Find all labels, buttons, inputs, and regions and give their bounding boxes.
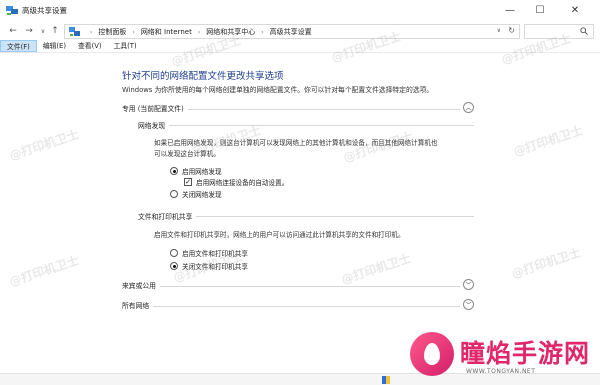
file-sharing-header: 文件和打印机共享 <box>138 211 474 221</box>
network-discovery-heading: 网络发现 <box>138 120 170 130</box>
back-arrow-icon[interactable]: ← <box>6 24 20 38</box>
breadcrumb: › 控制面板 › 网络和 Internet › 网络和共享中心 › 高级共享设置 <box>85 27 313 37</box>
chevron-down-icon[interactable]: ﹀ <box>463 279 474 290</box>
chevron-right-icon: › <box>261 28 264 36</box>
search-input[interactable] <box>524 24 594 39</box>
brand-name: 瞳焰手游网 <box>460 339 591 368</box>
radio-disable-file-sharing[interactable]: 关闭文件和打印机共享 <box>170 261 248 271</box>
private-profile-section[interactable]: 专用 (当前配置文件) ︿ <box>122 102 474 115</box>
window-title: 高级共享设置 <box>22 6 67 15</box>
menu-edit[interactable]: 编辑(E) <box>37 40 72 52</box>
divider <box>122 306 460 307</box>
up-arrow-icon[interactable]: ↑ <box>48 24 62 38</box>
menu-view[interactable]: 查看(V) <box>72 40 108 52</box>
main-content: 针对不同的网络配置文件更改共享选项 Windows 为你所使用的每个网络创建单独… <box>0 53 600 373</box>
checkbox[interactable]: ✓ <box>184 178 192 186</box>
divider <box>138 125 474 126</box>
radio-selected[interactable] <box>170 262 178 270</box>
divider <box>122 286 460 287</box>
file-sharing-description: 启用文件和打印机共享时，网络上的用户可以访问通过此计算机共享的文件和打印机。 <box>154 231 405 239</box>
control-panel-icon <box>69 27 80 36</box>
address-bar[interactable]: › 控制面板 › 网络和 Internet › 网络和共享中心 › 高级共享设置… <box>64 24 520 39</box>
description-line: 如果已启用网络发现，则这台计算机可以发现网络上的其他计算机和设备，而且其他网络计… <box>154 139 438 147</box>
private-profile-label: 专用 (当前配置文件) <box>122 103 188 113</box>
page-description: Windows 为你所使用的每个网络创建单独的网络配置文件。你可以针对每个配置文… <box>122 86 434 94</box>
radio-unselected[interactable] <box>170 190 178 198</box>
radio-enable-file-sharing[interactable]: 启用文件和打印机共享 <box>170 248 248 258</box>
radio-selected[interactable] <box>170 167 178 175</box>
network-discovery-description: 如果已启用网络发现，则这台计算机可以发现网络上的其他计算机和设备，而且其他网络计… <box>154 138 474 160</box>
address-row: ← → ∨ ↑ › 控制面板 › 网络和 Internet › 网络和共享中心 … <box>0 22 600 40</box>
chevron-up-icon[interactable]: ︿ <box>463 102 474 113</box>
network-settings-icon <box>6 6 18 15</box>
title-bar: 高级共享设置 — ☐ ✕ <box>0 0 600 22</box>
forward-arrow-icon[interactable]: → <box>22 24 36 38</box>
all-networks-section[interactable]: 所有网络 ﹀ <box>122 299 474 312</box>
file-sharing-heading: 文件和打印机共享 <box>138 211 197 221</box>
brand-logo: 瞳焰手游网 WWW.TONGYAN.NET <box>404 330 600 385</box>
menu-file[interactable]: 文件(F) <box>0 40 37 52</box>
breadcrumb-control-panel[interactable]: 控制面板 <box>97 27 127 37</box>
breadcrumb-advanced-sharing[interactable]: 高级共享设置 <box>269 27 313 37</box>
network-discovery-header: 网络发现 <box>138 120 474 130</box>
refresh-icon[interactable]: ↻ <box>508 26 515 35</box>
radio-label: 关闭文件和打印机共享 <box>182 263 248 271</box>
checkbox-label: 启用网络连接设备的自动设置。 <box>196 179 289 187</box>
all-networks-label: 所有网络 <box>122 300 154 310</box>
page-title: 针对不同的网络配置文件更改共享选项 <box>122 71 284 82</box>
brand-url: WWW.TONGYAN.NET <box>466 368 536 375</box>
search-icon <box>580 27 588 35</box>
radio-disable-discovery[interactable]: 关闭网络发现 <box>170 189 222 199</box>
radio-label: 启用文件和打印机共享 <box>182 250 248 258</box>
chevron-down-icon[interactable]: ﹀ <box>463 299 474 310</box>
address-dropdown-icon[interactable]: ∨ <box>497 27 501 34</box>
guest-public-section[interactable]: 来宾或公用 ﹀ <box>122 279 474 292</box>
radio-unselected[interactable] <box>170 249 178 257</box>
radio-enable-discovery[interactable]: 启用网络发现 <box>170 166 222 176</box>
chevron-right-icon: › <box>132 28 135 36</box>
maximize-button[interactable]: ☐ <box>520 0 560 20</box>
flame-icon <box>410 332 454 376</box>
radio-label: 关闭网络发现 <box>182 191 222 199</box>
radio-label: 启用网络发现 <box>182 168 222 176</box>
guest-public-label: 来宾或公用 <box>122 280 160 290</box>
breadcrumb-network-internet[interactable]: 网络和 Internet <box>140 27 193 37</box>
menu-bar: 文件(F) 编辑(E) 查看(V) 工具(T) <box>0 40 600 53</box>
chevron-right-icon: › <box>197 28 201 36</box>
shield-icon <box>382 376 390 384</box>
breadcrumb-network-sharing-center[interactable]: 网络和共享中心 <box>205 27 256 37</box>
checkbox-auto-setup[interactable]: ✓ 启用网络连接设备的自动设置。 <box>184 177 288 187</box>
description-line: 可以发现这台计算机。 <box>154 150 220 158</box>
menu-tools[interactable]: 工具(T) <box>108 40 143 52</box>
close-button[interactable]: ✕ <box>555 0 595 20</box>
chevron-right-icon: › <box>90 28 93 36</box>
